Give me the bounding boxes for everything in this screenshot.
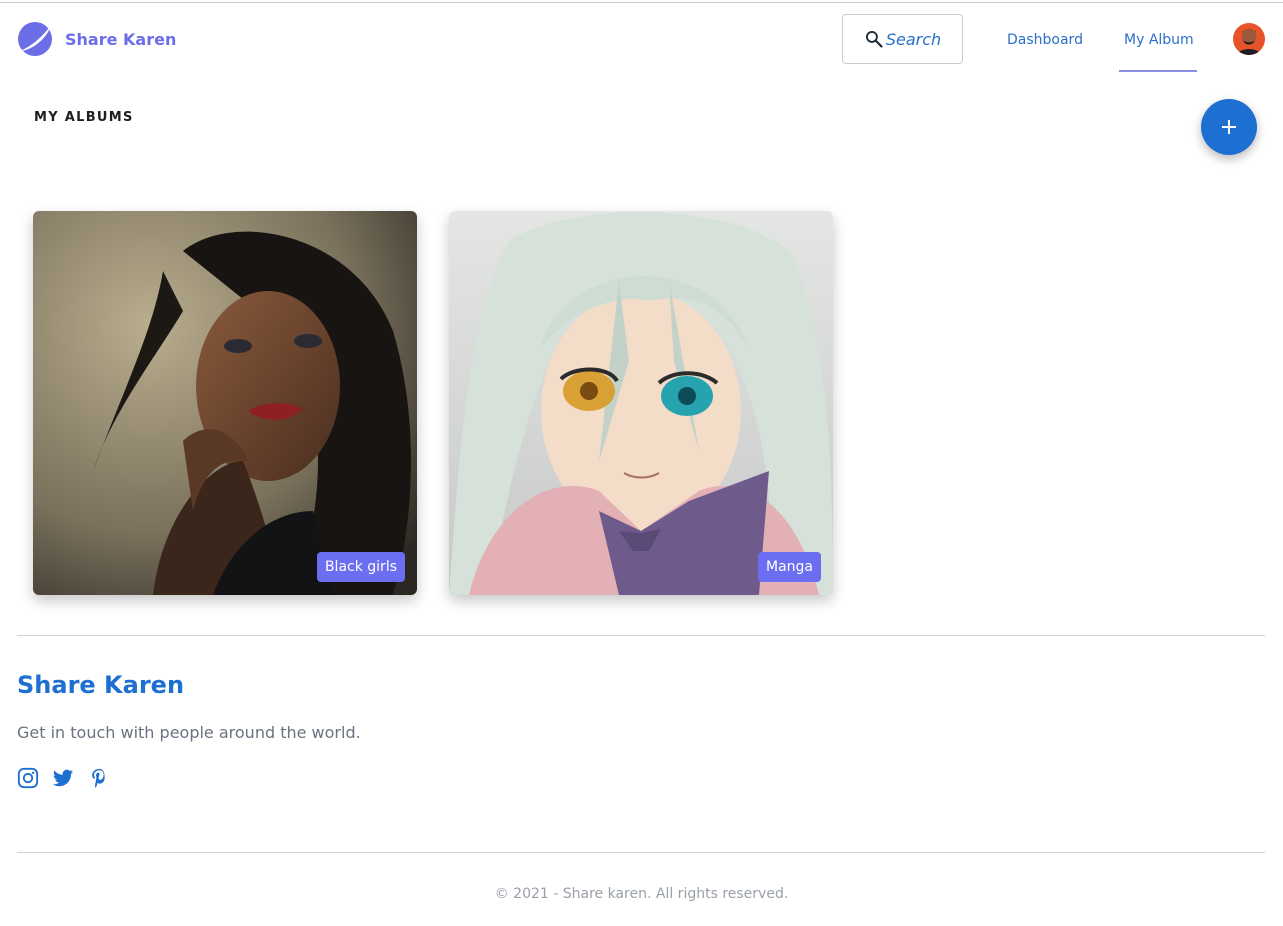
instagram-icon <box>17 767 39 789</box>
footer-divider <box>17 635 1265 636</box>
search-button[interactable]: Search <box>842 14 963 64</box>
footer-tagline: Get in touch with people around the worl… <box>17 723 361 742</box>
brand-name: Share Karen <box>65 29 177 49</box>
active-nav-indicator <box>1119 70 1197 72</box>
footer-brand: Share Karen <box>17 671 185 699</box>
avatar-image <box>1233 23 1265 55</box>
album-card-black-girls[interactable]: Black girls <box>33 211 417 595</box>
brand[interactable]: Share Karen <box>17 21 176 57</box>
copyright-text: © 2021 - Share karen. All rights reserve… <box>494 886 789 902</box>
copyright-divider <box>17 852 1265 853</box>
nav-link-my-album[interactable]: My Album <box>1124 32 1194 48</box>
add-album-button[interactable] <box>1201 99 1257 155</box>
brand-logo-icon <box>18 22 52 56</box>
album-cover-image <box>33 211 417 595</box>
twitter-icon <box>52 769 74 787</box>
pinterest-icon <box>92 768 105 788</box>
search-icon <box>865 30 883 48</box>
album-cover-image <box>449 211 833 595</box>
instagram-link[interactable] <box>17 767 39 789</box>
section-title: MY ALBUMS <box>34 110 134 125</box>
album-label: Manga <box>758 552 821 582</box>
album-label: Black girls <box>316 552 405 582</box>
top-navbar: Share Karen Search Dashboard My Album <box>0 3 1283 79</box>
plus-icon <box>1222 120 1236 134</box>
user-avatar[interactable] <box>1233 23 1265 55</box>
pinterest-link[interactable] <box>88 767 110 789</box>
album-card-manga[interactable]: Manga <box>449 211 833 595</box>
search-label: Search <box>885 29 942 49</box>
twitter-link[interactable] <box>52 767 74 789</box>
nav-link-dashboard[interactable]: Dashboard <box>1007 32 1083 48</box>
